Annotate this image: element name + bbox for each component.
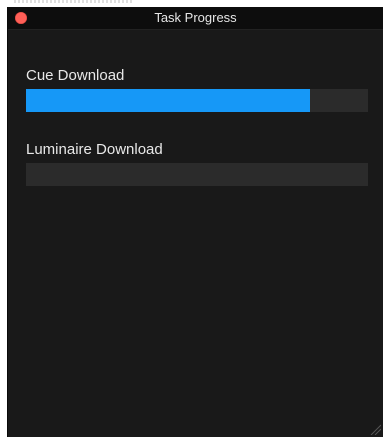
progress-bar bbox=[26, 163, 368, 186]
task-cue-download: Cue Download bbox=[26, 67, 368, 112]
window-title: Task Progress bbox=[154, 10, 237, 25]
task-progress-window: Task Progress Cue Download Luminaire Dow… bbox=[7, 7, 383, 437]
top-edge-artifact bbox=[14, 0, 134, 3]
task-luminaire-download: Luminaire Download bbox=[26, 141, 368, 186]
task-label: Luminaire Download bbox=[26, 141, 163, 158]
resize-grip-icon[interactable] bbox=[369, 423, 381, 435]
progress-bar bbox=[26, 89, 368, 112]
title-bar[interactable]: Task Progress bbox=[8, 7, 383, 30]
progress-fill bbox=[26, 89, 310, 112]
task-label: Cue Download bbox=[26, 67, 125, 84]
